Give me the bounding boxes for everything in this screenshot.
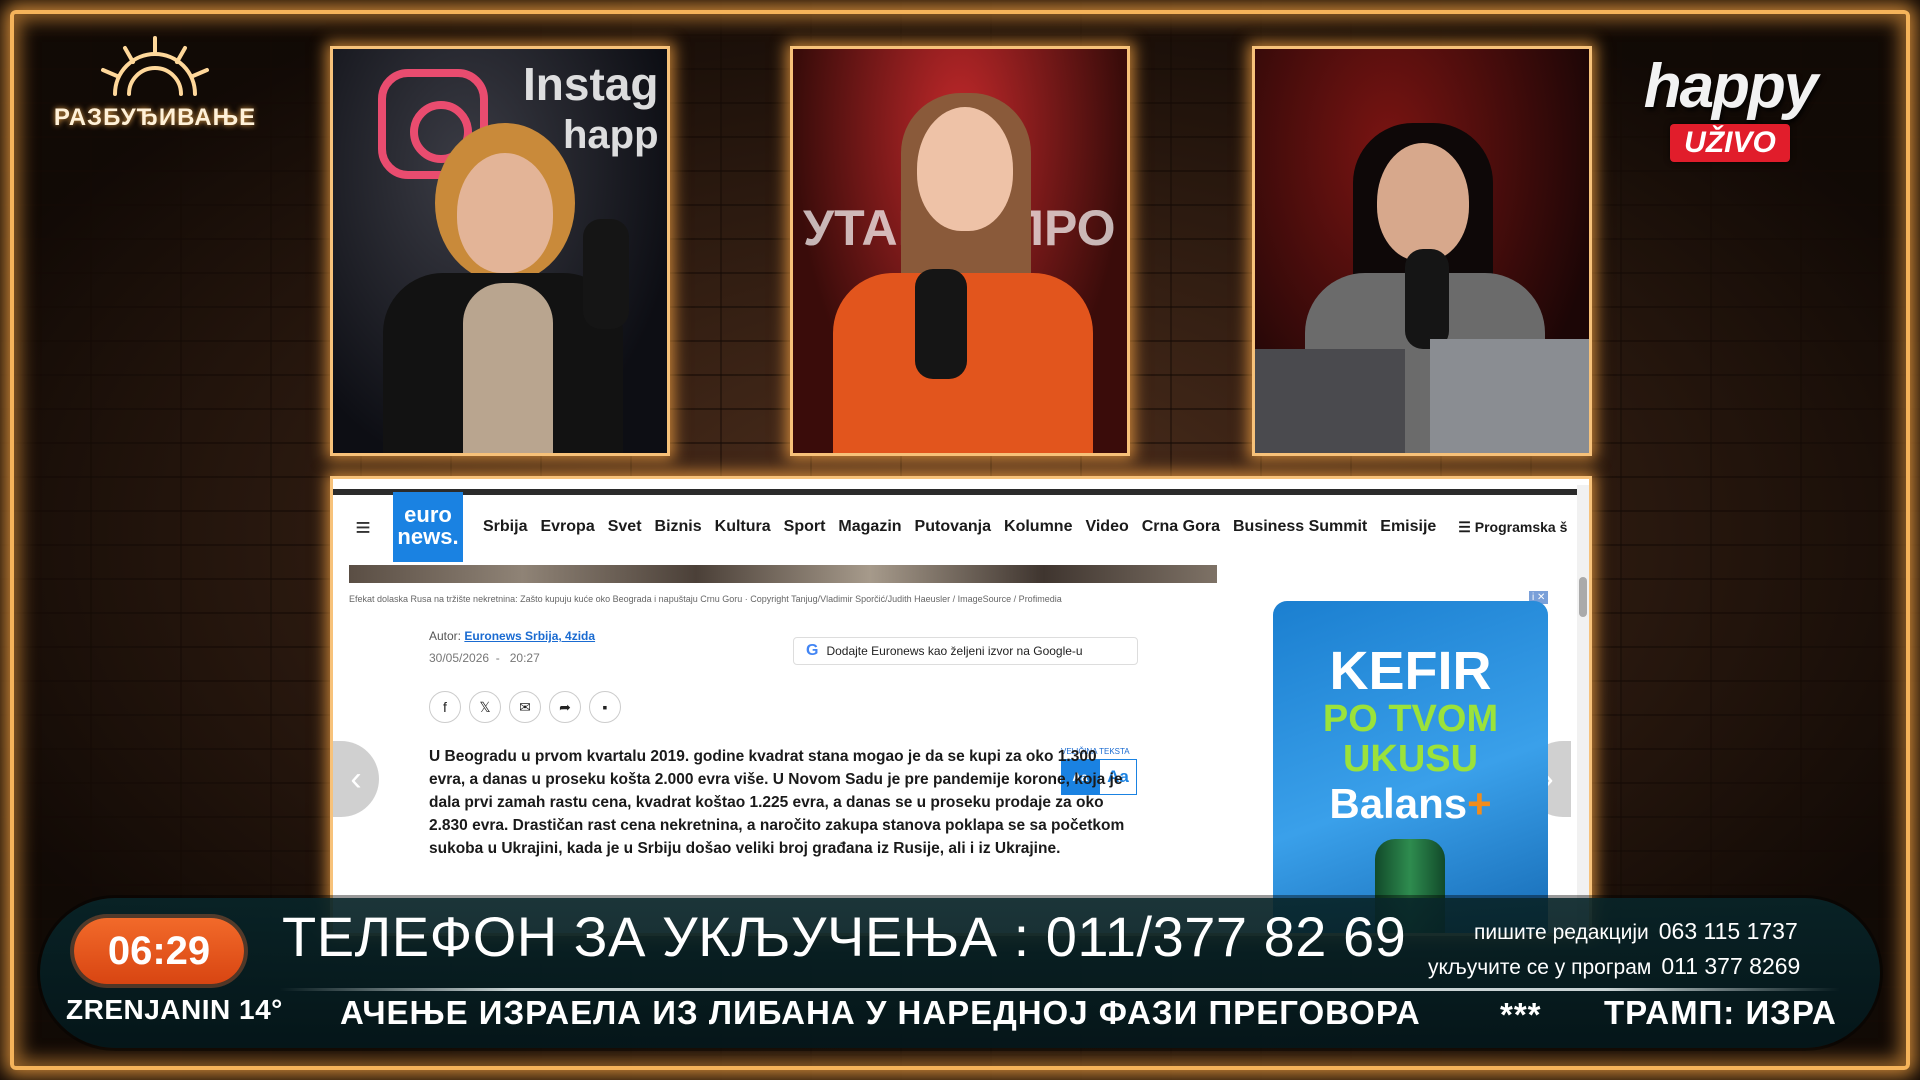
- nav-item-video[interactable]: Video: [1085, 518, 1128, 536]
- nav-item-svet[interactable]: Svet: [608, 518, 642, 536]
- contact-editorial: пишите редакцији 063 115 1737: [1474, 918, 1798, 945]
- publish-date: 30/05/2026 - 20:27: [429, 651, 540, 665]
- ad-line: UKUSU: [1342, 738, 1479, 780]
- nav-item-putovanja[interactable]: Putovanja: [915, 518, 991, 536]
- comment-icon[interactable]: ▪: [589, 691, 621, 723]
- google-icon: G: [806, 642, 819, 659]
- google-preferred-source-button[interactable]: G Dodajte Euronews kao željeni izvor na …: [793, 637, 1138, 665]
- channel-name: happy: [1643, 52, 1819, 121]
- ad-line: KEFIR: [1329, 641, 1492, 701]
- x-icon[interactable]: 𝕏: [469, 691, 501, 723]
- nav-item-kultura[interactable]: Kultura: [715, 518, 771, 536]
- author-line: Autor: Euronews Srbija, 4zida: [429, 629, 595, 643]
- contact-number: 011 377 8269: [1661, 953, 1801, 979]
- contact-number: 063 115 1737: [1658, 918, 1798, 944]
- nav-item-emisije[interactable]: Emisije: [1380, 518, 1436, 536]
- microphone: [915, 269, 967, 379]
- nav-item-magazin[interactable]: Magazin: [838, 518, 901, 536]
- contact-label: пишите редакцији: [1474, 921, 1649, 944]
- sunrise-icon: [101, 36, 209, 96]
- laptop: [1430, 339, 1589, 453]
- ad-brand: Balans: [1329, 780, 1468, 827]
- contact-label: укључите се у програм: [1428, 956, 1652, 979]
- nav-item-kolumne[interactable]: Kolumne: [1004, 518, 1072, 536]
- euronews-logo[interactable]: euro news.: [393, 492, 463, 562]
- laptop: [1255, 349, 1405, 453]
- nav-item-crna-gora[interactable]: Crna Gora: [1142, 518, 1220, 536]
- share-bar: f 𝕏 ✉ ➦ ▪: [429, 691, 621, 723]
- microphone: [583, 219, 629, 329]
- nav-item-biznis[interactable]: Biznis: [655, 518, 702, 536]
- google-button-label: Dodajte Euronews kao željeni izvor na Go…: [826, 644, 1083, 658]
- ticker-separator: ***: [1500, 996, 1542, 1033]
- chevron-left-icon[interactable]: ‹: [333, 741, 379, 817]
- news-ticker: АЧЕЊЕ ИЗРАЕЛА ИЗ ЛИБАНА У НАРЕДНОЈ ФАЗИ …: [340, 994, 1840, 1034]
- program-schedule-link[interactable]: ☰ Programska š: [1458, 519, 1567, 536]
- weather-city: ZRENJANIN 14°: [66, 994, 283, 1025]
- microphone: [1405, 249, 1449, 349]
- nav-items: Srbija Evropa Svet Biznis Kultura Sport …: [483, 518, 1436, 536]
- email-icon[interactable]: ✉: [509, 691, 541, 723]
- nav-item-sport[interactable]: Sport: [784, 518, 826, 536]
- contact-program: укључите се у програм 011 377 8269: [1428, 953, 1800, 980]
- panel-bg-text: Instag: [523, 58, 659, 110]
- scrollbar[interactable]: [1577, 485, 1589, 933]
- share-icon[interactable]: ➦: [549, 691, 581, 723]
- nav-item-business-summit[interactable]: Business Summit: [1233, 518, 1367, 536]
- article-body: U Beogradu u prvom kvartalu 2019. godine…: [429, 748, 1125, 857]
- date-separator: -: [492, 651, 507, 665]
- show-name: РАЗБУЂИВАЊЕ: [53, 104, 257, 131]
- scrollbar-thumb[interactable]: [1579, 577, 1587, 617]
- list-icon: ☰: [1458, 518, 1475, 535]
- ad-plus: +: [1467, 780, 1492, 827]
- hero-image: [349, 565, 1217, 583]
- site-nav: ≡ euro news. Srbija Evropa Svet Biznis K…: [333, 489, 1583, 562]
- show-logo: РАЗБУЂИВАЊЕ: [50, 32, 260, 142]
- video-panel-left: Instag happ: [330, 46, 670, 456]
- clock: 06:29: [74, 918, 244, 984]
- video-panel-right: [1252, 46, 1592, 456]
- kefir-advertisement[interactable]: KEFIR PO TVOM UKUSU Balans+: [1273, 601, 1548, 933]
- channel-logo: happy UŽIVO: [1630, 52, 1830, 162]
- date-text: 30/05/2026: [429, 651, 490, 665]
- author-label: Autor:: [429, 629, 462, 643]
- ad-line: Balans+: [1273, 779, 1548, 829]
- video-panel-center: УТАК ПРО: [790, 46, 1130, 456]
- time-text: 20:27: [509, 651, 540, 665]
- nav-item-srbija[interactable]: Srbija: [483, 518, 527, 536]
- phone-line-headline: ТЕЛЕФОН ЗА УКЉУЧЕЊА : 011/377 82 69: [282, 905, 1407, 968]
- program-label: Programska š: [1474, 518, 1568, 535]
- live-badge: UŽIVO: [1670, 124, 1790, 162]
- ticker-text: АЧЕЊЕ ИЗРАЕЛА ИЗ ЛИБАНА У НАРЕДНОЈ ФАЗИ …: [340, 994, 1421, 1031]
- hamburger-menu-icon[interactable]: ≡: [333, 512, 393, 543]
- host-person: [833, 93, 1093, 453]
- image-caption: Efekat dolaska Rusa na tržište nekretnin…: [349, 594, 1062, 604]
- lower-third-divider: [280, 988, 1840, 991]
- author-link[interactable]: Euronews Srbija, 4zida: [464, 629, 595, 643]
- ad-line: PO TVOM: [1322, 698, 1499, 740]
- ticker-next: ТРАМП: ИЗРА: [1604, 994, 1837, 1031]
- browser-screenshot: ≡ euro news. Srbija Evropa Svet Biznis K…: [330, 476, 1592, 936]
- nav-item-evropa[interactable]: Evropa: [540, 518, 594, 536]
- facebook-icon[interactable]: f: [429, 691, 461, 723]
